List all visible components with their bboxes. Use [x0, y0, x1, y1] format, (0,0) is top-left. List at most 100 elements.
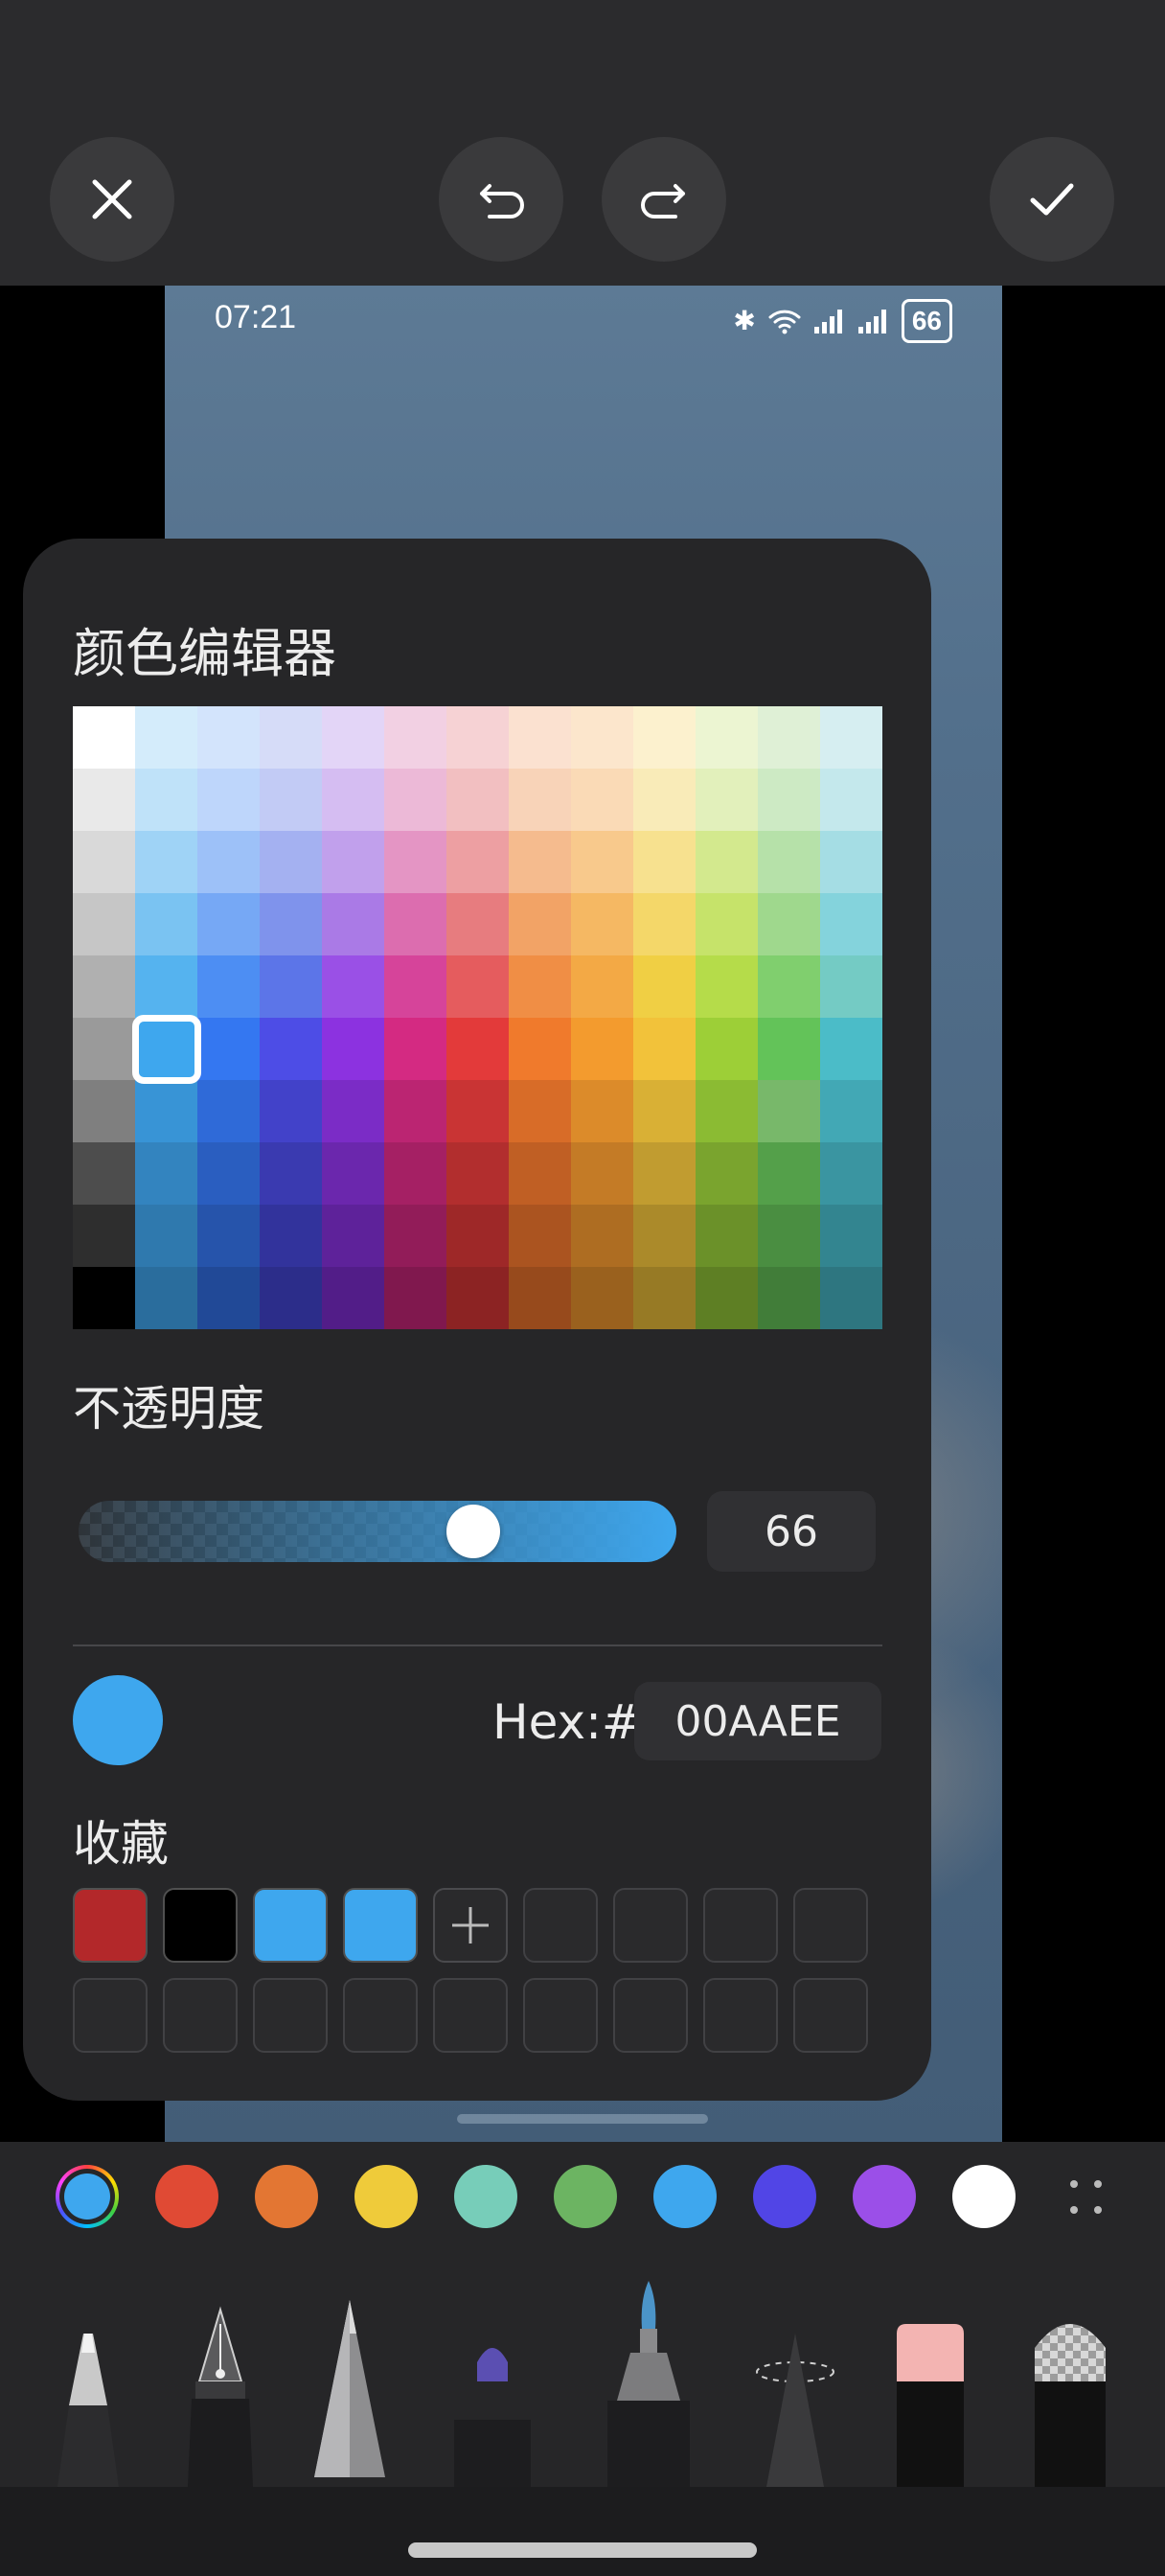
color-cell[interactable]	[571, 1267, 633, 1329]
color-cell[interactable]	[820, 769, 882, 831]
color-cell[interactable]	[446, 831, 509, 893]
color-cell[interactable]	[197, 1018, 260, 1080]
tool-fountain-pen[interactable]	[182, 2305, 259, 2487]
color-cell[interactable]	[384, 706, 446, 769]
color-cell[interactable]	[135, 1267, 197, 1329]
empty-favorite-slot[interactable]	[523, 1978, 598, 2053]
empty-favorite-slot[interactable]	[73, 1978, 148, 2053]
more-options-icon[interactable]	[1062, 2171, 1109, 2222]
favorite-swatch[interactable]	[253, 1888, 328, 1963]
color-cell[interactable]	[260, 769, 322, 831]
color-cell[interactable]	[446, 706, 509, 769]
empty-favorite-slot[interactable]	[703, 1888, 778, 1963]
color-cell[interactable]	[260, 706, 322, 769]
color-cell[interactable]	[571, 831, 633, 893]
empty-favorite-slot[interactable]	[433, 1978, 508, 2053]
color-cell[interactable]	[633, 1018, 696, 1080]
color-cell[interactable]	[73, 893, 135, 955]
empty-favorite-slot[interactable]	[253, 1978, 328, 2053]
color-cell[interactable]	[509, 706, 571, 769]
color-cell[interactable]	[322, 831, 384, 893]
color-cell[interactable]	[384, 1205, 446, 1267]
color-cell[interactable]	[758, 706, 820, 769]
empty-favorite-slot[interactable]	[163, 1978, 238, 2053]
color-cell[interactable]	[820, 1080, 882, 1142]
close-button[interactable]	[50, 137, 174, 262]
color-cell[interactable]	[446, 769, 509, 831]
color-cell[interactable]	[197, 893, 260, 955]
tool-marker[interactable]	[445, 2334, 540, 2487]
color-cell[interactable]	[446, 1142, 509, 1205]
color-cell[interactable]	[820, 706, 882, 769]
color-cell[interactable]	[322, 1080, 384, 1142]
color-cell[interactable]	[197, 706, 260, 769]
color-cell[interactable]	[135, 1142, 197, 1205]
color-cell[interactable]	[260, 1142, 322, 1205]
color-cell[interactable]	[633, 1205, 696, 1267]
color-cell[interactable]	[571, 893, 633, 955]
undo-button[interactable]	[439, 137, 563, 262]
color-cell[interactable]	[197, 955, 260, 1018]
color-cell[interactable]	[73, 1018, 135, 1080]
palette-color[interactable]	[952, 2165, 1016, 2228]
color-cell[interactable]	[696, 1018, 758, 1080]
palette-color[interactable]	[853, 2165, 916, 2228]
color-cell[interactable]	[260, 831, 322, 893]
color-cell[interactable]	[197, 1267, 260, 1329]
color-cell[interactable]	[820, 1142, 882, 1205]
empty-favorite-slot[interactable]	[613, 1978, 688, 2053]
color-cell[interactable]	[696, 706, 758, 769]
color-cell[interactable]	[135, 769, 197, 831]
color-cell[interactable]	[73, 1080, 135, 1142]
empty-favorite-slot[interactable]	[703, 1978, 778, 2053]
palette-color[interactable]	[354, 2165, 418, 2228]
color-cell[interactable]	[446, 1205, 509, 1267]
color-cell[interactable]	[696, 831, 758, 893]
favorite-swatch[interactable]	[163, 1888, 238, 1963]
color-cell[interactable]	[509, 893, 571, 955]
color-cell[interactable]	[73, 769, 135, 831]
color-cell[interactable]	[758, 831, 820, 893]
color-cell[interactable]	[633, 955, 696, 1018]
color-cell[interactable]	[758, 1205, 820, 1267]
color-cell[interactable]	[509, 831, 571, 893]
palette-color[interactable]	[155, 2165, 218, 2228]
color-cell[interactable]	[384, 955, 446, 1018]
palette-color[interactable]	[255, 2165, 318, 2228]
color-cell[interactable]	[73, 831, 135, 893]
color-cell[interactable]	[322, 1142, 384, 1205]
color-cell[interactable]	[758, 769, 820, 831]
color-cell[interactable]	[135, 893, 197, 955]
color-cell[interactable]	[73, 1205, 135, 1267]
tool-pencil[interactable]	[308, 2295, 391, 2487]
color-cell[interactable]	[509, 1142, 571, 1205]
home-indicator[interactable]	[408, 2542, 757, 2558]
color-cell[interactable]	[633, 769, 696, 831]
color-cell[interactable]	[696, 893, 758, 955]
tool-brush-pen[interactable]	[598, 2276, 699, 2487]
color-cell[interactable]	[633, 1142, 696, 1205]
opacity-slider[interactable]	[79, 1501, 676, 1562]
color-cell[interactable]	[384, 1142, 446, 1205]
color-cell[interactable]	[384, 1018, 446, 1080]
color-cell[interactable]	[696, 1080, 758, 1142]
color-cell[interactable]	[509, 1018, 571, 1080]
redo-button[interactable]	[602, 137, 726, 262]
empty-favorite-slot[interactable]	[523, 1888, 598, 1963]
color-cell[interactable]	[260, 1018, 322, 1080]
color-cell[interactable]	[571, 955, 633, 1018]
tool-eraser[interactable]	[889, 2314, 971, 2487]
color-cell[interactable]	[509, 1267, 571, 1329]
opacity-slider-thumb[interactable]	[445, 1505, 500, 1558]
color-wheel-button[interactable]	[56, 2165, 119, 2228]
color-cell[interactable]	[322, 706, 384, 769]
color-cell[interactable]	[384, 831, 446, 893]
color-cell[interactable]	[197, 1205, 260, 1267]
opacity-value-field[interactable]: 66	[707, 1491, 876, 1572]
color-cell[interactable]	[446, 893, 509, 955]
color-cell[interactable]	[446, 1018, 509, 1080]
color-cell[interactable]	[696, 1142, 758, 1205]
color-cell[interactable]	[197, 831, 260, 893]
color-cell[interactable]	[135, 706, 197, 769]
color-cell[interactable]	[571, 1080, 633, 1142]
